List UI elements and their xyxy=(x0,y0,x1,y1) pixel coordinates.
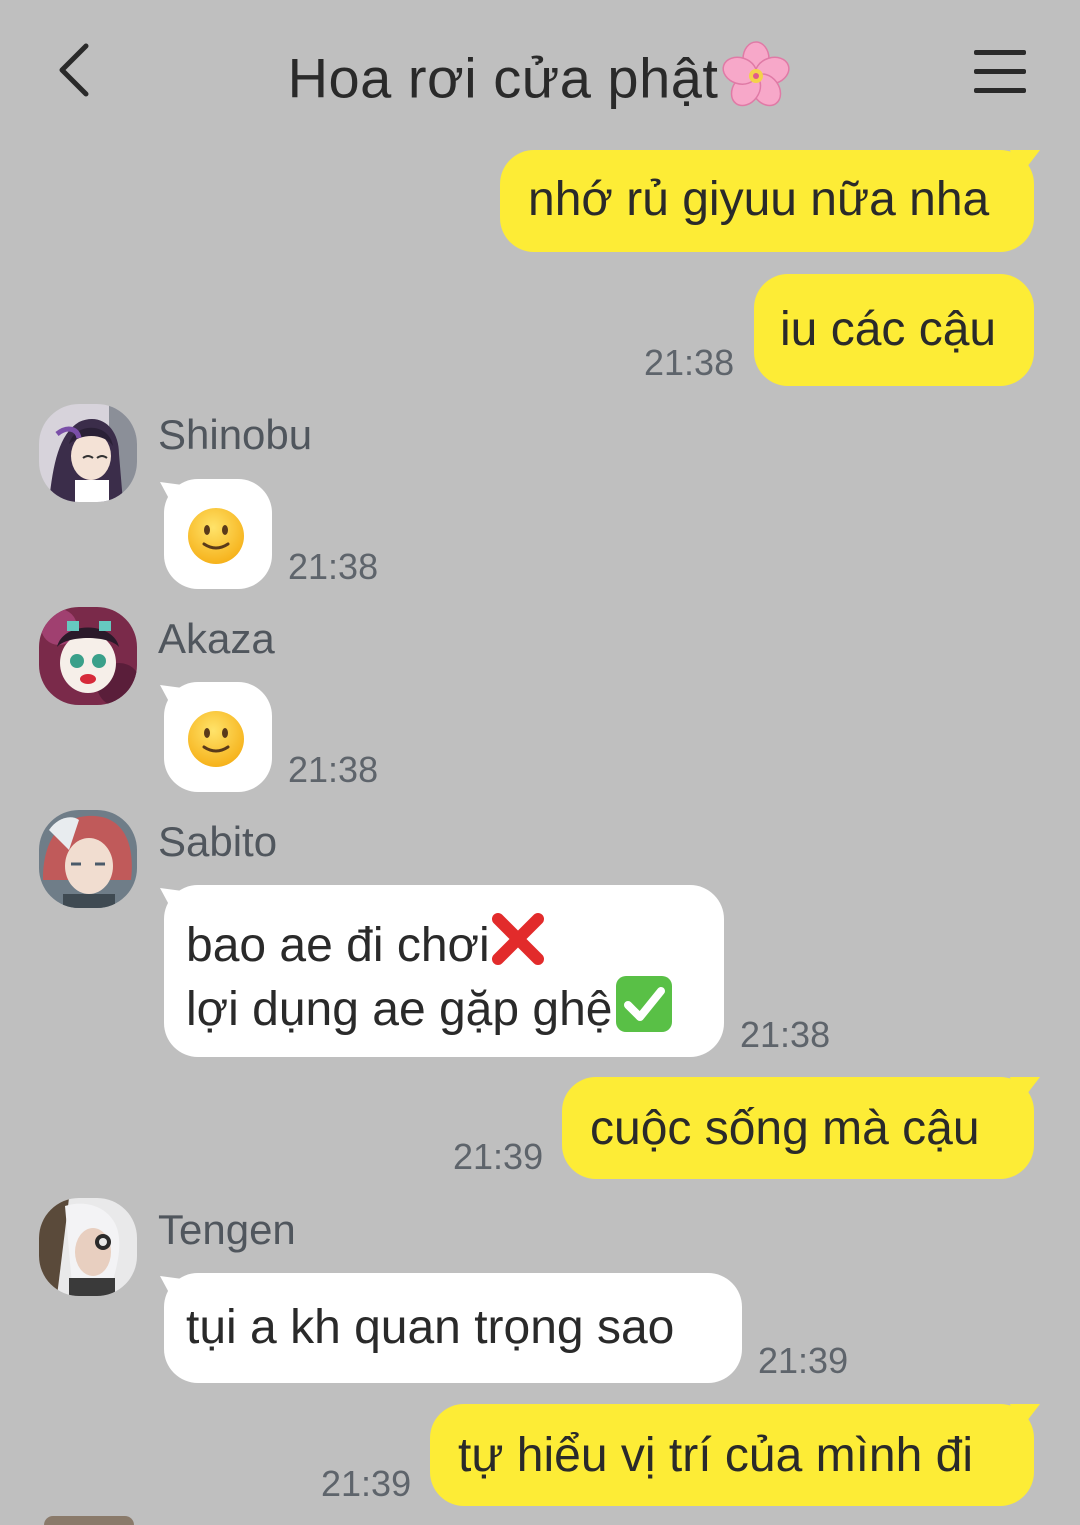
chat-title: Hoa rơi cửa phật xyxy=(0,40,1080,125)
sender-name: Tengen xyxy=(158,1206,296,1253)
message-text: tự hiểu vị trí của mình đi xyxy=(458,1429,974,1482)
my-message-bubble[interactable]: nhớ rủ giyuu nữa nha xyxy=(500,150,1034,252)
cross-mark-emoji xyxy=(491,913,544,965)
message-line: lợi dụng ae gặp ghệ xyxy=(186,973,724,1036)
sender-name: Akaza xyxy=(158,615,275,662)
avatar-partial xyxy=(44,1516,134,1525)
other-message-bubble[interactable] xyxy=(164,682,272,792)
sender-name: Shinobu xyxy=(158,411,313,458)
bubble-tail xyxy=(1010,150,1040,176)
my-message-bubble[interactable]: cuộc sống mà cậu xyxy=(562,1077,1034,1179)
slightly-smiling-face-emoji xyxy=(188,711,244,767)
sender-name: Sabito xyxy=(158,818,278,865)
my-message-bubble[interactable]: tự hiểu vị trí của mình đi xyxy=(430,1404,1034,1506)
message-timestamp: 21:38 xyxy=(288,749,379,790)
chat-header: Hoa rơi cửa phật xyxy=(0,0,1080,140)
hamburger-menu-icon xyxy=(974,50,1026,93)
slightly-smiling-face-emoji xyxy=(188,508,244,564)
bubble-tail xyxy=(1010,1404,1040,1430)
message-line: bao ae đi chơi xyxy=(186,911,724,973)
message-text: nhớ rủ giyuu nữa nha xyxy=(528,173,990,226)
message-text: cuộc sống mà cậu xyxy=(590,1102,980,1155)
message-text: tụi a kh quan trọng sao xyxy=(186,1301,675,1354)
message-text: lợi dụng ae gặp ghệ xyxy=(186,983,613,1036)
avatar-akaza[interactable] xyxy=(39,607,137,705)
avatar-shinobu[interactable] xyxy=(39,404,137,502)
message-text: bao ae đi chơi xyxy=(186,919,490,972)
message-timestamp: 21:38 xyxy=(740,1014,831,1055)
message-timestamp: 21:38 xyxy=(644,342,735,383)
my-message-bubble[interactable]: iu các cậu xyxy=(754,274,1034,386)
avatar-sabito[interactable] xyxy=(39,810,137,908)
message-timestamp: 21:39 xyxy=(321,1463,412,1504)
other-message-bubble[interactable]: bao ae đi chơi lợi dụng ae gặp ghệ xyxy=(164,885,724,1057)
avatar-tengen[interactable] xyxy=(39,1198,137,1296)
other-message-bubble[interactable] xyxy=(164,479,272,589)
message-timestamp: 21:39 xyxy=(758,1340,849,1381)
check-mark-button-emoji xyxy=(615,976,672,1032)
menu-button[interactable] xyxy=(972,46,1030,98)
chat-title-text: Hoa rơi cửa phật xyxy=(287,46,719,110)
bubble-tail xyxy=(1010,1077,1040,1103)
flower-emoji xyxy=(720,40,792,125)
message-timestamp: 21:39 xyxy=(453,1136,544,1177)
other-message-bubble[interactable]: tụi a kh quan trọng sao xyxy=(164,1273,742,1383)
message-text: iu các cậu xyxy=(780,303,997,356)
message-timestamp: 21:38 xyxy=(288,546,379,587)
